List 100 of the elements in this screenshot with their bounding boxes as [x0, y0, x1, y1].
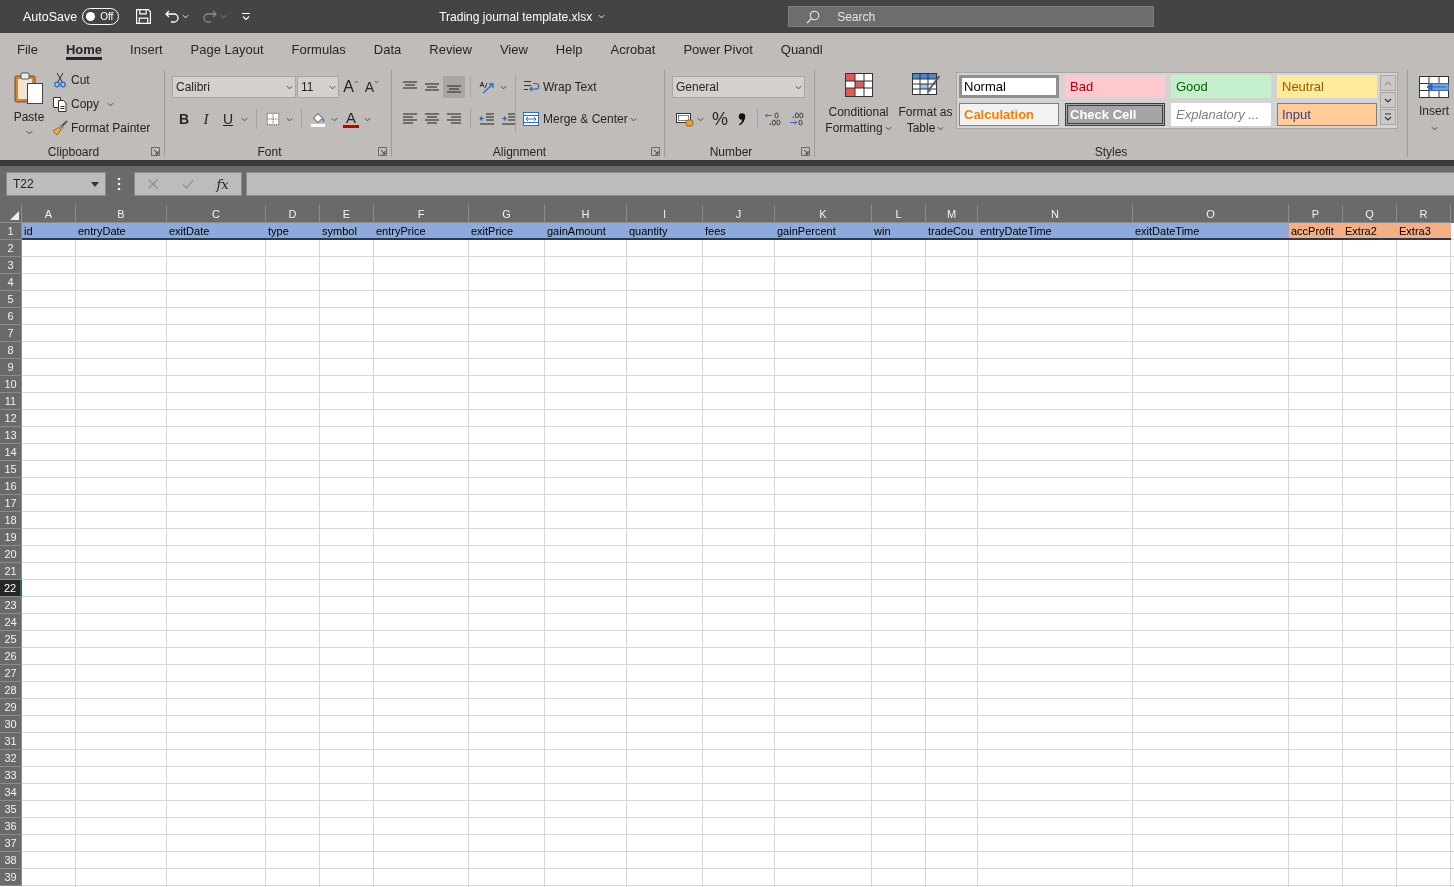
- column-header[interactable]: M: [926, 205, 978, 223]
- row-header[interactable]: 12: [0, 410, 22, 427]
- row-header[interactable]: 20: [0, 546, 22, 563]
- shrink-font-button[interactable]: A: [362, 76, 382, 98]
- ribbon-tab[interactable]: File: [3, 33, 52, 65]
- row-header[interactable]: 25: [0, 631, 22, 648]
- increase-decimal-icon[interactable]: [763, 111, 783, 127]
- caret-icon[interactable]: [331, 116, 338, 122]
- caret-icon[interactable]: [241, 116, 248, 122]
- ribbon-tab[interactable]: Formulas: [277, 33, 360, 65]
- ribbon-tab[interactable]: Quandl: [766, 33, 837, 65]
- dialog-launcher-icon[interactable]: [151, 147, 160, 156]
- percent-button[interactable]: %: [710, 108, 730, 130]
- row-header[interactable]: 9: [0, 359, 22, 376]
- conditional-formatting-button[interactable]: Conditional Formatting: [820, 65, 897, 136]
- column-header[interactable]: B: [76, 205, 167, 223]
- format-as-table-button[interactable]: Format as Table: [897, 65, 954, 136]
- ribbon-tab[interactable]: Page Layout: [176, 33, 278, 65]
- ribbon-tab[interactable]: Home: [51, 33, 117, 65]
- caret-icon[interactable]: [107, 101, 114, 107]
- ribbon-tab[interactable]: Acrobat: [596, 33, 670, 65]
- row-header[interactable]: 33: [0, 767, 22, 784]
- italic-button[interactable]: I: [195, 108, 217, 130]
- column-header[interactable]: F: [374, 205, 469, 223]
- column-header[interactable]: H: [545, 205, 627, 223]
- dialog-launcher-icon[interactable]: [801, 147, 810, 156]
- cell-style-item[interactable]: Bad: [1065, 75, 1165, 98]
- row-header[interactable]: 26: [0, 648, 22, 665]
- caret-icon[interactable]: [500, 84, 507, 90]
- search-field[interactable]: Search: [788, 6, 1155, 27]
- copy-button[interactable]: Copy: [52, 92, 99, 116]
- row-header[interactable]: 32: [0, 750, 22, 767]
- scroll-down-button[interactable]: [1380, 92, 1396, 108]
- format-painter-button[interactable]: Format Painter: [52, 116, 151, 140]
- row-header[interactable]: 31: [0, 733, 22, 750]
- dialog-launcher-icon[interactable]: [651, 147, 660, 156]
- vertical-align-button[interactable]: [443, 76, 465, 98]
- column-header[interactable]: I: [627, 205, 703, 223]
- row-header[interactable]: 34: [0, 784, 22, 801]
- row-header[interactable]: 15: [0, 461, 22, 478]
- row-header[interactable]: 28: [0, 682, 22, 699]
- caret-icon[interactable]: [697, 116, 704, 122]
- row-header[interactable]: 5: [0, 291, 22, 308]
- cell-style-item[interactable]: Good: [1171, 75, 1271, 98]
- customize-toolbar-icon[interactable]: [241, 12, 252, 21]
- caret-icon[interactable]: [286, 116, 293, 122]
- paste-button[interactable]: Paste: [10, 68, 48, 143]
- row-header[interactable]: 8: [0, 342, 22, 359]
- ribbon-tab[interactable]: Power Pivot: [669, 33, 767, 65]
- merge-center-button[interactable]: Merge & Center: [522, 107, 628, 131]
- column-header[interactable]: C: [167, 205, 266, 223]
- undo-icon[interactable]: [164, 8, 181, 25]
- cell-style-item[interactable]: Neutral: [1277, 75, 1377, 98]
- row-header[interactable]: 2: [0, 240, 22, 257]
- column-header[interactable]: L: [872, 205, 926, 223]
- ribbon-tab[interactable]: Help: [541, 33, 597, 65]
- currency-icon[interactable]: [675, 111, 695, 127]
- ribbon-tab[interactable]: View: [485, 33, 542, 65]
- row-header[interactable]: 3: [0, 257, 22, 274]
- row-header[interactable]: 4: [0, 274, 22, 291]
- cell-style-item[interactable]: Explanatory ...: [1171, 103, 1271, 126]
- wrap-text-button[interactable]: Wrap Text: [522, 75, 597, 99]
- column-header[interactable]: Q: [1343, 205, 1397, 223]
- row-header[interactable]: 29: [0, 699, 22, 716]
- cut-button[interactable]: Cut: [52, 68, 151, 92]
- row-header[interactable]: 13: [0, 427, 22, 444]
- ribbon-tab[interactable]: Insert: [116, 33, 177, 65]
- row-header[interactable]: 14: [0, 444, 22, 461]
- caret-icon[interactable]: [364, 116, 371, 122]
- vertical-dots-icon[interactable]: [117, 177, 121, 191]
- row-header[interactable]: 30: [0, 716, 22, 733]
- font-name-combo[interactable]: Calibri: [172, 76, 296, 98]
- column-header[interactable]: J: [703, 205, 775, 223]
- row-header[interactable]: 16: [0, 478, 22, 495]
- grow-font-button[interactable]: A: [341, 76, 361, 98]
- name-box[interactable]: T22: [6, 172, 106, 196]
- row-header[interactable]: 23: [0, 597, 22, 614]
- select-all-button[interactable]: [0, 205, 22, 223]
- column-header[interactable]: G: [469, 205, 545, 223]
- row-header[interactable]: 7: [0, 325, 22, 342]
- caret-icon[interactable]: [629, 116, 637, 122]
- font-color-button[interactable]: A: [340, 108, 362, 130]
- row-header[interactable]: 38: [0, 852, 22, 869]
- row-header[interactable]: 37: [0, 835, 22, 852]
- font-size-combo[interactable]: 11: [297, 76, 339, 98]
- number-format-combo[interactable]: General: [672, 76, 805, 98]
- column-header[interactable]: R: [1397, 205, 1451, 223]
- row-header[interactable]: 17: [0, 495, 22, 512]
- bold-button[interactable]: B: [173, 108, 195, 130]
- document-title[interactable]: Trading journal template.xlsx: [439, 9, 608, 24]
- cell-style-item[interactable]: Input: [1277, 103, 1377, 126]
- save-icon[interactable]: [135, 8, 153, 25]
- row-header[interactable]: 11: [0, 393, 22, 410]
- more-styles-button[interactable]: [1380, 109, 1396, 125]
- column-header[interactable]: D: [266, 205, 320, 223]
- column-header[interactable]: K: [775, 205, 872, 223]
- column-header[interactable]: A: [22, 205, 76, 223]
- row-header[interactable]: 22: [0, 580, 22, 597]
- row-header[interactable]: 21: [0, 563, 22, 580]
- row-header[interactable]: 39: [0, 869, 22, 886]
